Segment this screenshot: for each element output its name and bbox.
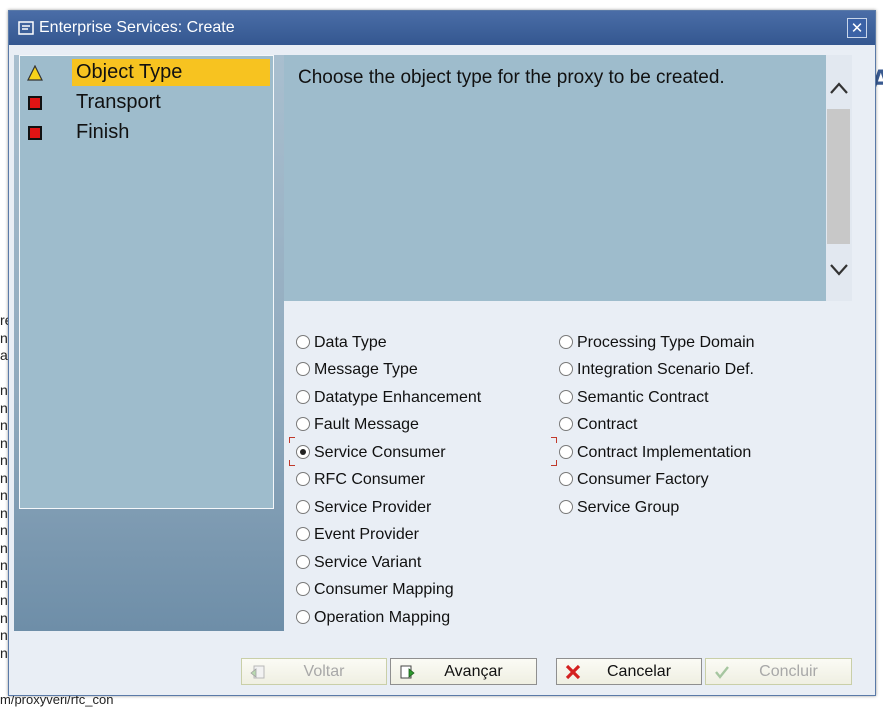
radio-button[interactable] — [559, 362, 573, 376]
nav-step-transport[interactable]: Transport — [20, 89, 273, 116]
close-icon: ✕ — [850, 20, 864, 37]
back-button[interactable]: Voltar — [241, 658, 387, 685]
radio-button[interactable] — [296, 417, 310, 431]
nav-step-label: Finish — [76, 121, 130, 143]
step-navigator: Object Type Transport Finish — [19, 55, 274, 509]
next-button-label: Avançar — [444, 663, 503, 680]
next-button[interactable]: Avançar — [390, 658, 537, 685]
radio-button[interactable] — [559, 472, 573, 486]
back-button-label: Voltar — [303, 663, 345, 680]
dialog-title: Enterprise Services: Create — [39, 19, 235, 36]
red-square-icon — [28, 126, 42, 140]
focus-corner — [551, 437, 557, 443]
radio-button[interactable] — [296, 335, 310, 349]
window-icon — [18, 21, 34, 35]
nav-step-finish[interactable]: Finish — [20, 119, 273, 146]
radio-button[interactable] — [296, 582, 310, 596]
radio-button[interactable] — [559, 500, 573, 514]
nav-step-label: Object Type — [72, 59, 270, 86]
finish-button-label: Concluir — [759, 663, 818, 680]
info-text-area: Choose the object type for the proxy to … — [284, 55, 826, 301]
red-square-icon — [28, 96, 42, 110]
radio-button[interactable] — [559, 390, 573, 404]
radio-button-selected[interactable] — [296, 445, 310, 459]
info-scrollbar[interactable] — [826, 55, 852, 301]
nav-step-object-type[interactable]: Object Type — [20, 59, 273, 86]
radio-button[interactable] — [296, 500, 310, 514]
info-text: Choose the object type for the proxy to … — [298, 67, 725, 88]
cancel-button-label: Cancelar — [606, 663, 672, 680]
radio-button[interactable] — [296, 555, 310, 569]
scroll-down-icon[interactable] — [826, 257, 852, 283]
radio-button[interactable] — [559, 417, 573, 431]
warning-triangle-icon — [27, 65, 43, 81]
focus-corner — [289, 437, 295, 443]
focus-corner — [551, 460, 557, 466]
radio-button[interactable] — [296, 472, 310, 486]
nav-step-label: Transport — [76, 91, 161, 113]
scroll-thumb[interactable] — [827, 109, 850, 244]
focus-corner — [289, 460, 295, 466]
radio-button[interactable] — [296, 610, 310, 624]
close-button[interactable]: ✕ — [847, 18, 867, 38]
scroll-up-icon[interactable] — [826, 75, 852, 101]
radio-button[interactable] — [296, 390, 310, 404]
finish-button[interactable]: Concluir — [705, 658, 852, 685]
dialog-titlebar: Enterprise Services: Create ✕ — [9, 11, 875, 45]
radio-button[interactable] — [559, 445, 573, 459]
cancel-button[interactable]: Cancelar — [556, 658, 702, 685]
radio-button[interactable] — [296, 362, 310, 376]
radio-button[interactable] — [559, 335, 573, 349]
radio-button[interactable] — [296, 527, 310, 541]
create-dialog: Enterprise Services: Create ✕ Object Typ… — [8, 10, 876, 696]
